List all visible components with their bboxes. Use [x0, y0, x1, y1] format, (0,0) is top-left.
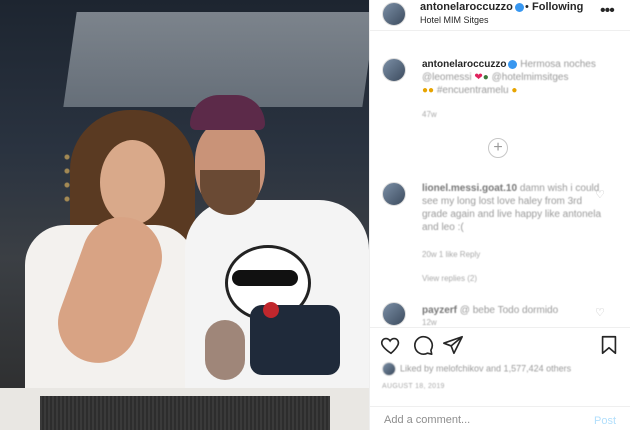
author-avatar[interactable] [382, 2, 406, 26]
commenter-username[interactable]: payzerf [422, 305, 457, 316]
photo-woman-face [100, 140, 165, 225]
green-emoji: ● [482, 72, 489, 83]
post-comment-button[interactable]: Post [594, 415, 616, 427]
author-username-text[interactable]: antonelaroccuzzo [420, 1, 513, 13]
commenter-avatar[interactable] [382, 302, 406, 326]
verified-badge-icon [514, 2, 524, 12]
comment-bubble-icon[interactable] [412, 334, 434, 356]
add-comment-bar: Post [370, 406, 630, 431]
author-username[interactable]: antonelaroccuzzo [420, 1, 524, 13]
photo-canopy [63, 12, 369, 107]
photo-panda-suit [250, 305, 340, 375]
more-horizontal-icon[interactable]: ••• [600, 2, 615, 20]
save-bookmark-icon[interactable] [598, 334, 620, 356]
caption-username[interactable]: antonelaroccuzzo [422, 59, 506, 70]
photo-rose [263, 302, 279, 318]
commenter-username[interactable]: lionel.messi.goat.10 [422, 183, 517, 194]
likes-text: Liked by melofchikov and 1,577,424 other… [400, 363, 572, 374]
view-replies-link[interactable]: View replies (2) [422, 274, 477, 283]
post-photo[interactable] [0, 0, 369, 430]
photo-panda-glasses [232, 270, 298, 286]
liker-avatar [382, 362, 396, 376]
header-separator: • [525, 1, 529, 13]
caption-body: Hermosa noches [520, 59, 596, 70]
caption-mention-hotel[interactable]: @hotelmimsitges [492, 72, 569, 83]
caption-time: 47w [422, 110, 437, 119]
laugh-emoji: ● [511, 85, 518, 96]
share-paper-plane-icon[interactable] [442, 334, 464, 356]
red-heart-emoji: ❤ [474, 72, 483, 83]
add-comment-input[interactable] [382, 413, 586, 427]
location-link[interactable]: Hotel MIM Sitges [420, 15, 489, 25]
comment-meta: 20w 1 like Reply [422, 250, 481, 259]
post-header: antonelaroccuzzo • Following Hotel MIM S… [370, 0, 630, 31]
caption-avatar[interactable] [382, 58, 406, 82]
like-comment-heart-icon[interactable]: ♡ [595, 306, 605, 319]
comment-text: payzerf @ bebe Todo dormido [422, 304, 602, 317]
comment-meta: 12w [422, 318, 437, 327]
comment-text: lionel.messi.goat.10 damn wish i could s… [422, 182, 602, 234]
photo-tattoo-arm [205, 320, 245, 380]
post-date: AUGUST 18, 2019 [382, 383, 445, 390]
caption-text: antonelaroccuzzo Hermosa noches @leomess… [422, 58, 622, 97]
like-comment-heart-icon[interactable]: ♡ [595, 188, 605, 201]
commenter-avatar[interactable] [382, 182, 406, 206]
smile-emoji: ●● [422, 85, 435, 96]
caption-hashtag[interactable]: #encuentramelu [437, 85, 509, 96]
following-button[interactable]: Following [532, 1, 583, 13]
action-bar [370, 327, 630, 363]
photo-man-cap [190, 95, 265, 130]
like-heart-icon[interactable] [380, 334, 402, 356]
load-more-comments-icon[interactable]: + [488, 138, 508, 158]
comment-body: @ bebe Todo dormido [459, 305, 559, 316]
post-side-panel: antonelaroccuzzo • Following Hotel MIM S… [369, 0, 630, 430]
likes-summary[interactable]: Liked by melofchikov and 1,577,424 other… [382, 362, 622, 376]
caption-mention-leomessi[interactable]: @leomessi [422, 72, 472, 83]
verified-badge-icon [508, 59, 518, 69]
photo-placemat [40, 396, 330, 430]
